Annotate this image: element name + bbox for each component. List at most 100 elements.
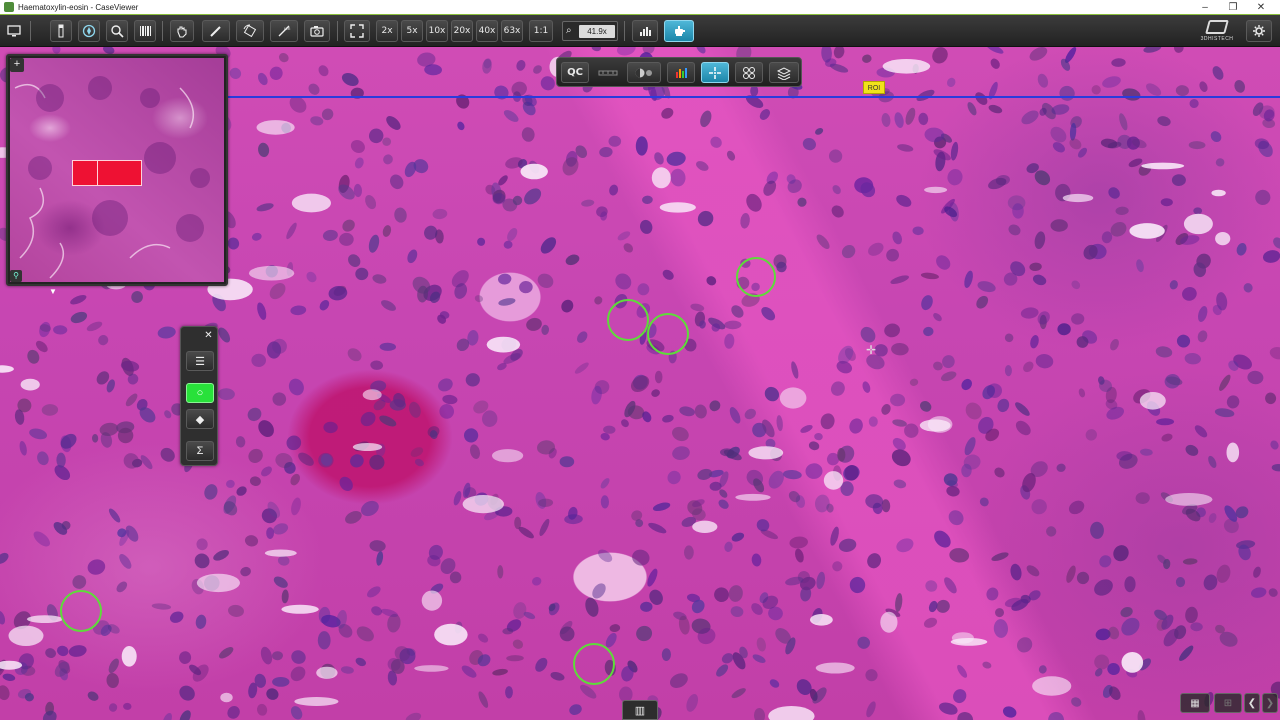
lumen-space xyxy=(294,697,339,706)
nucleus xyxy=(661,107,674,119)
nucleus xyxy=(269,66,283,80)
barcode-icon[interactable] xyxy=(134,20,156,42)
microscope-mode-icon[interactable] xyxy=(664,20,694,42)
crosshair-cursor-icon: ✛ xyxy=(866,343,877,357)
nucleus xyxy=(481,410,498,427)
nucleus xyxy=(857,636,870,649)
mag-40x-button[interactable]: 40x xyxy=(476,20,498,42)
nucleus xyxy=(218,327,231,343)
scale-ruler-icon[interactable] xyxy=(593,62,623,83)
nucleus xyxy=(849,418,863,434)
table-view-icon[interactable]: ▦ xyxy=(1180,693,1210,713)
chevron-left-icon[interactable]: ❮ xyxy=(1244,693,1260,713)
annotation-circle[interactable] xyxy=(607,299,649,341)
color-channels-icon[interactable] xyxy=(667,62,695,83)
lumen-space xyxy=(20,378,40,391)
split-view-icon[interactable]: ⊞ xyxy=(1214,693,1242,713)
palette-close-button[interactable]: ✕ xyxy=(202,329,215,342)
nucleus xyxy=(365,195,377,210)
histogram-icon[interactable] xyxy=(632,20,658,42)
close-button[interactable]: ✕ xyxy=(1246,0,1276,14)
navigator-compass-icon[interactable] xyxy=(78,20,100,42)
collapse-chevron-icon[interactable]: ▼ xyxy=(46,288,60,296)
magnifier-icon[interactable] xyxy=(106,20,128,42)
nucleus xyxy=(1184,352,1201,365)
annotation-pen-icon[interactable] xyxy=(202,20,230,42)
overview-viewport-rect[interactable] xyxy=(72,160,142,186)
nucleus xyxy=(41,404,59,416)
nucleus xyxy=(1185,444,1199,456)
slide-tray-toggle-icon[interactable]: ▥ xyxy=(622,700,658,720)
nucleus xyxy=(990,58,1000,69)
roi-line[interactable] xyxy=(228,96,1280,98)
measure-ruler-icon[interactable]: μm xyxy=(270,20,298,42)
fit-to-screen-icon[interactable] xyxy=(344,20,370,42)
nucleus xyxy=(540,76,555,91)
zoom-level-field[interactable]: ⌕ 41.9x xyxy=(562,21,618,41)
nucleus xyxy=(718,499,729,509)
nucleus xyxy=(670,168,686,187)
pan-hand-icon[interactable] xyxy=(170,20,194,42)
nucleus xyxy=(461,665,477,678)
nucleus xyxy=(1026,565,1040,577)
nucleus xyxy=(716,664,729,677)
mag-5x-button[interactable]: 5x xyxy=(401,20,423,42)
nucleus xyxy=(724,320,742,330)
nucleus xyxy=(1032,274,1047,286)
mag-63x-button[interactable]: 63x xyxy=(501,20,523,42)
maximize-button[interactable]: ❐ xyxy=(1218,0,1248,14)
lumen-space xyxy=(919,419,951,432)
nucleus xyxy=(1210,131,1222,143)
nucleus xyxy=(550,671,565,681)
overview-panel[interactable]: + ⚲ xyxy=(6,54,228,286)
brightness-contrast-icon[interactable] xyxy=(627,62,661,83)
pin-icon[interactable]: ⚲ xyxy=(10,270,22,282)
roi-label[interactable]: ROI xyxy=(863,81,885,94)
camera-snapshot-icon[interactable] xyxy=(304,20,330,42)
rotate-icon[interactable] xyxy=(236,20,264,42)
nucleus xyxy=(654,152,664,165)
center-focus-icon[interactable] xyxy=(701,62,729,83)
nucleus xyxy=(1214,408,1235,418)
nucleus xyxy=(896,194,912,207)
nucleus xyxy=(1078,388,1086,398)
lumen-space xyxy=(352,443,383,451)
mag-20x-button[interactable]: 20x xyxy=(451,20,473,42)
list-icon[interactable]: ☰ xyxy=(186,351,214,371)
nucleus xyxy=(1250,587,1267,598)
nucleus xyxy=(580,684,597,699)
grid-view-icon[interactable] xyxy=(735,62,763,83)
settings-gear-icon[interactable] xyxy=(1246,20,1272,42)
qc-button[interactable]: QC xyxy=(561,62,589,83)
nucleus xyxy=(946,485,960,497)
nucleus xyxy=(157,326,176,339)
annotation-circle[interactable] xyxy=(647,313,689,355)
nucleus xyxy=(438,378,453,392)
nucleus xyxy=(849,576,866,594)
chevron-right-icon[interactable]: ❯ xyxy=(1262,693,1278,713)
minimize-button[interactable]: – xyxy=(1190,0,1220,14)
layers-stack-icon[interactable] xyxy=(769,62,799,83)
circle-tool-icon[interactable]: ○ xyxy=(186,383,214,403)
nucleus xyxy=(562,157,579,176)
annotation-circle[interactable] xyxy=(60,590,102,632)
slide-icon[interactable] xyxy=(50,20,72,42)
annotation-circle[interactable] xyxy=(573,643,615,685)
mag-2x-button[interactable]: 2x xyxy=(376,20,398,42)
nucleus xyxy=(814,432,823,441)
eraser-icon[interactable]: ◆ xyxy=(186,409,214,429)
monitor-icon[interactable] xyxy=(3,20,25,42)
annotation-circle[interactable] xyxy=(736,257,776,297)
expand-plus-icon[interactable]: + xyxy=(10,58,24,72)
zoom-1-to-1-button[interactable]: 1:1 xyxy=(529,20,553,42)
sum-statistics-icon[interactable]: Σ xyxy=(186,441,214,461)
nucleus xyxy=(273,576,288,588)
brand-logo: 3DHISTECH xyxy=(1192,15,1242,47)
overview-thumbnail[interactable] xyxy=(10,58,224,282)
mag-10x-button[interactable]: 10x xyxy=(426,20,448,42)
nucleus xyxy=(991,552,1009,561)
nucleus xyxy=(1161,433,1173,442)
lumen-space xyxy=(823,471,844,490)
lumen-space xyxy=(1032,676,1072,696)
nucleus xyxy=(726,150,736,161)
